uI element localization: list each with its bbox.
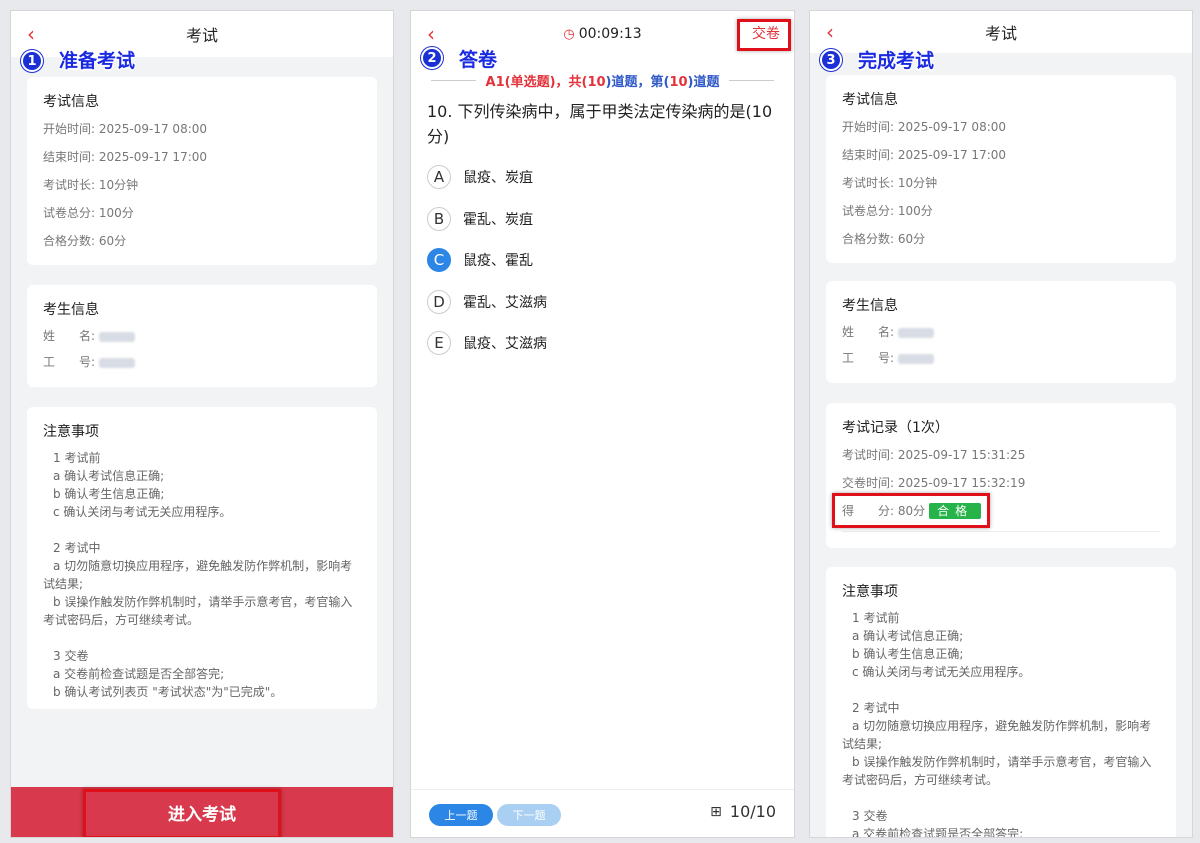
card-heading: 考试记录（1次） — [842, 420, 949, 436]
step-number-badge: 3 — [820, 49, 842, 71]
exam-info-card: 考试信息 开始时间: 2025-09-17 08:00 结束时间: 2025-0… — [826, 75, 1176, 263]
next-question-button[interactable]: 下一题 — [497, 804, 561, 826]
question-meta: A1(单选题)，共(10)道题，第(10)道题 — [431, 71, 774, 90]
total-score-row: 试卷总分: 100分 — [43, 206, 134, 220]
total-score-row: 试卷总分: 100分 — [842, 204, 933, 218]
exam-info-card: 考试信息 开始时间: 2025-09-17 08:00 结束时间: 2025-0… — [27, 77, 377, 265]
back-chevron-icon[interactable]: ‹ — [27, 22, 35, 46]
highlight-box — [737, 19, 791, 51]
step-label: 答卷 — [459, 49, 498, 71]
redacted-employee-id — [98, 357, 135, 368]
exam-time-row: 考试时间: 2025-09-17 15:31:25 — [842, 448, 1026, 462]
step-number-badge: 2 — [421, 47, 443, 69]
option-e[interactable]: E 鼠疫、艾滋病 — [427, 331, 547, 355]
clock-icon: ◷ — [563, 26, 575, 42]
candidate-info-card: 考生信息 姓 名: 工 号: — [826, 281, 1176, 383]
redacted-name — [98, 331, 135, 342]
exam-complete-screen: ‹ 考试 3 完成考试 考试信息 开始时间: 2025-09-17 08:00 … — [809, 10, 1193, 838]
pass-score-row: 合格分数: 60分 — [842, 232, 926, 246]
footer-bar: 上一题 下一题 ⊞ 10/10 — [411, 789, 794, 837]
end-time-row: 结束时间: 2025-09-17 17:00 — [43, 150, 208, 164]
notes-card: 注意事项 1 考试前 a 确认考试信息正确; b 确认考生信息正确; c 确认关… — [826, 567, 1176, 838]
back-chevron-icon[interactable]: ‹ — [826, 20, 834, 44]
step-label: 准备考试 — [59, 50, 136, 72]
notes-text: 1 考试前 a 确认考试信息正确; b 确认考生信息正确; c 确认关闭与考试无… — [842, 611, 1152, 838]
employee-id-row: 工 号: — [43, 349, 361, 375]
countdown-timer: ◷ 00:09:13 — [563, 26, 642, 42]
question-pager[interactable]: ⊞ 10/10 — [710, 802, 776, 821]
page-title: 考试 — [185, 26, 218, 45]
prev-question-button[interactable]: 上一题 — [429, 804, 493, 826]
redacted-name — [897, 327, 934, 338]
card-heading: 考试信息 — [43, 94, 99, 110]
employee-id-row: 工 号: — [842, 345, 1160, 371]
grid-icon: ⊞ — [710, 803, 722, 820]
question-text: 10. 下列传染病中，属于甲类法定传染病的是(10分) — [427, 102, 773, 146]
exam-prepare-screen: ‹ 考试 1 准备考试 考试信息 开始时间: 2025-09-17 08:00 … — [10, 10, 394, 838]
option-d[interactable]: D 霍乱、艾滋病 — [427, 290, 547, 314]
option-c-selected[interactable]: C 鼠疫、霍乱 — [427, 248, 533, 272]
highlight-box — [832, 493, 990, 528]
duration-row: 考试时长: 10分钟 — [842, 176, 938, 190]
duration-row: 考试时长: 10分钟 — [43, 178, 139, 192]
back-chevron-icon[interactable]: ‹ — [427, 22, 435, 46]
name-row: 姓 名: — [43, 323, 361, 349]
end-time-row: 结束时间: 2025-09-17 17:00 — [842, 148, 1007, 162]
highlight-box — [83, 789, 281, 837]
option-b[interactable]: B 霍乱、炭疽 — [427, 207, 533, 231]
page-title: 考试 — [984, 24, 1017, 43]
start-time-row: 开始时间: 2025-09-17 08:00 — [842, 120, 1007, 134]
pass-score-row: 合格分数: 60分 — [43, 234, 127, 248]
card-heading: 注意事项 — [842, 584, 898, 600]
card-heading: 考生信息 — [43, 302, 99, 318]
step-number-badge: 1 — [21, 50, 43, 72]
redacted-employee-id — [897, 353, 934, 364]
card-heading: 考试信息 — [842, 92, 898, 108]
start-time-row: 开始时间: 2025-09-17 08:00 — [43, 122, 208, 136]
exam-answering-screen: ‹ ◷ 00:09:13 交卷 2 答卷 A1(单选题)，共(10)道题，第(10… — [410, 10, 795, 838]
candidate-info-card: 考生信息 姓 名: 工 号: — [27, 285, 377, 387]
notes-text: 1 考试前 a 确认考试信息正确; b 确认考生信息正确; c 确认关闭与考试无… — [43, 451, 353, 699]
option-a[interactable]: A 鼠疫、炭疽 — [427, 165, 533, 189]
notes-card: 注意事项 1 考试前 a 确认考试信息正确; b 确认考生信息正确; c 确认关… — [27, 407, 377, 709]
card-heading: 考生信息 — [842, 298, 898, 314]
step-label: 完成考试 — [858, 50, 935, 72]
name-row: 姓 名: — [842, 319, 1160, 345]
card-heading: 注意事项 — [43, 424, 99, 440]
